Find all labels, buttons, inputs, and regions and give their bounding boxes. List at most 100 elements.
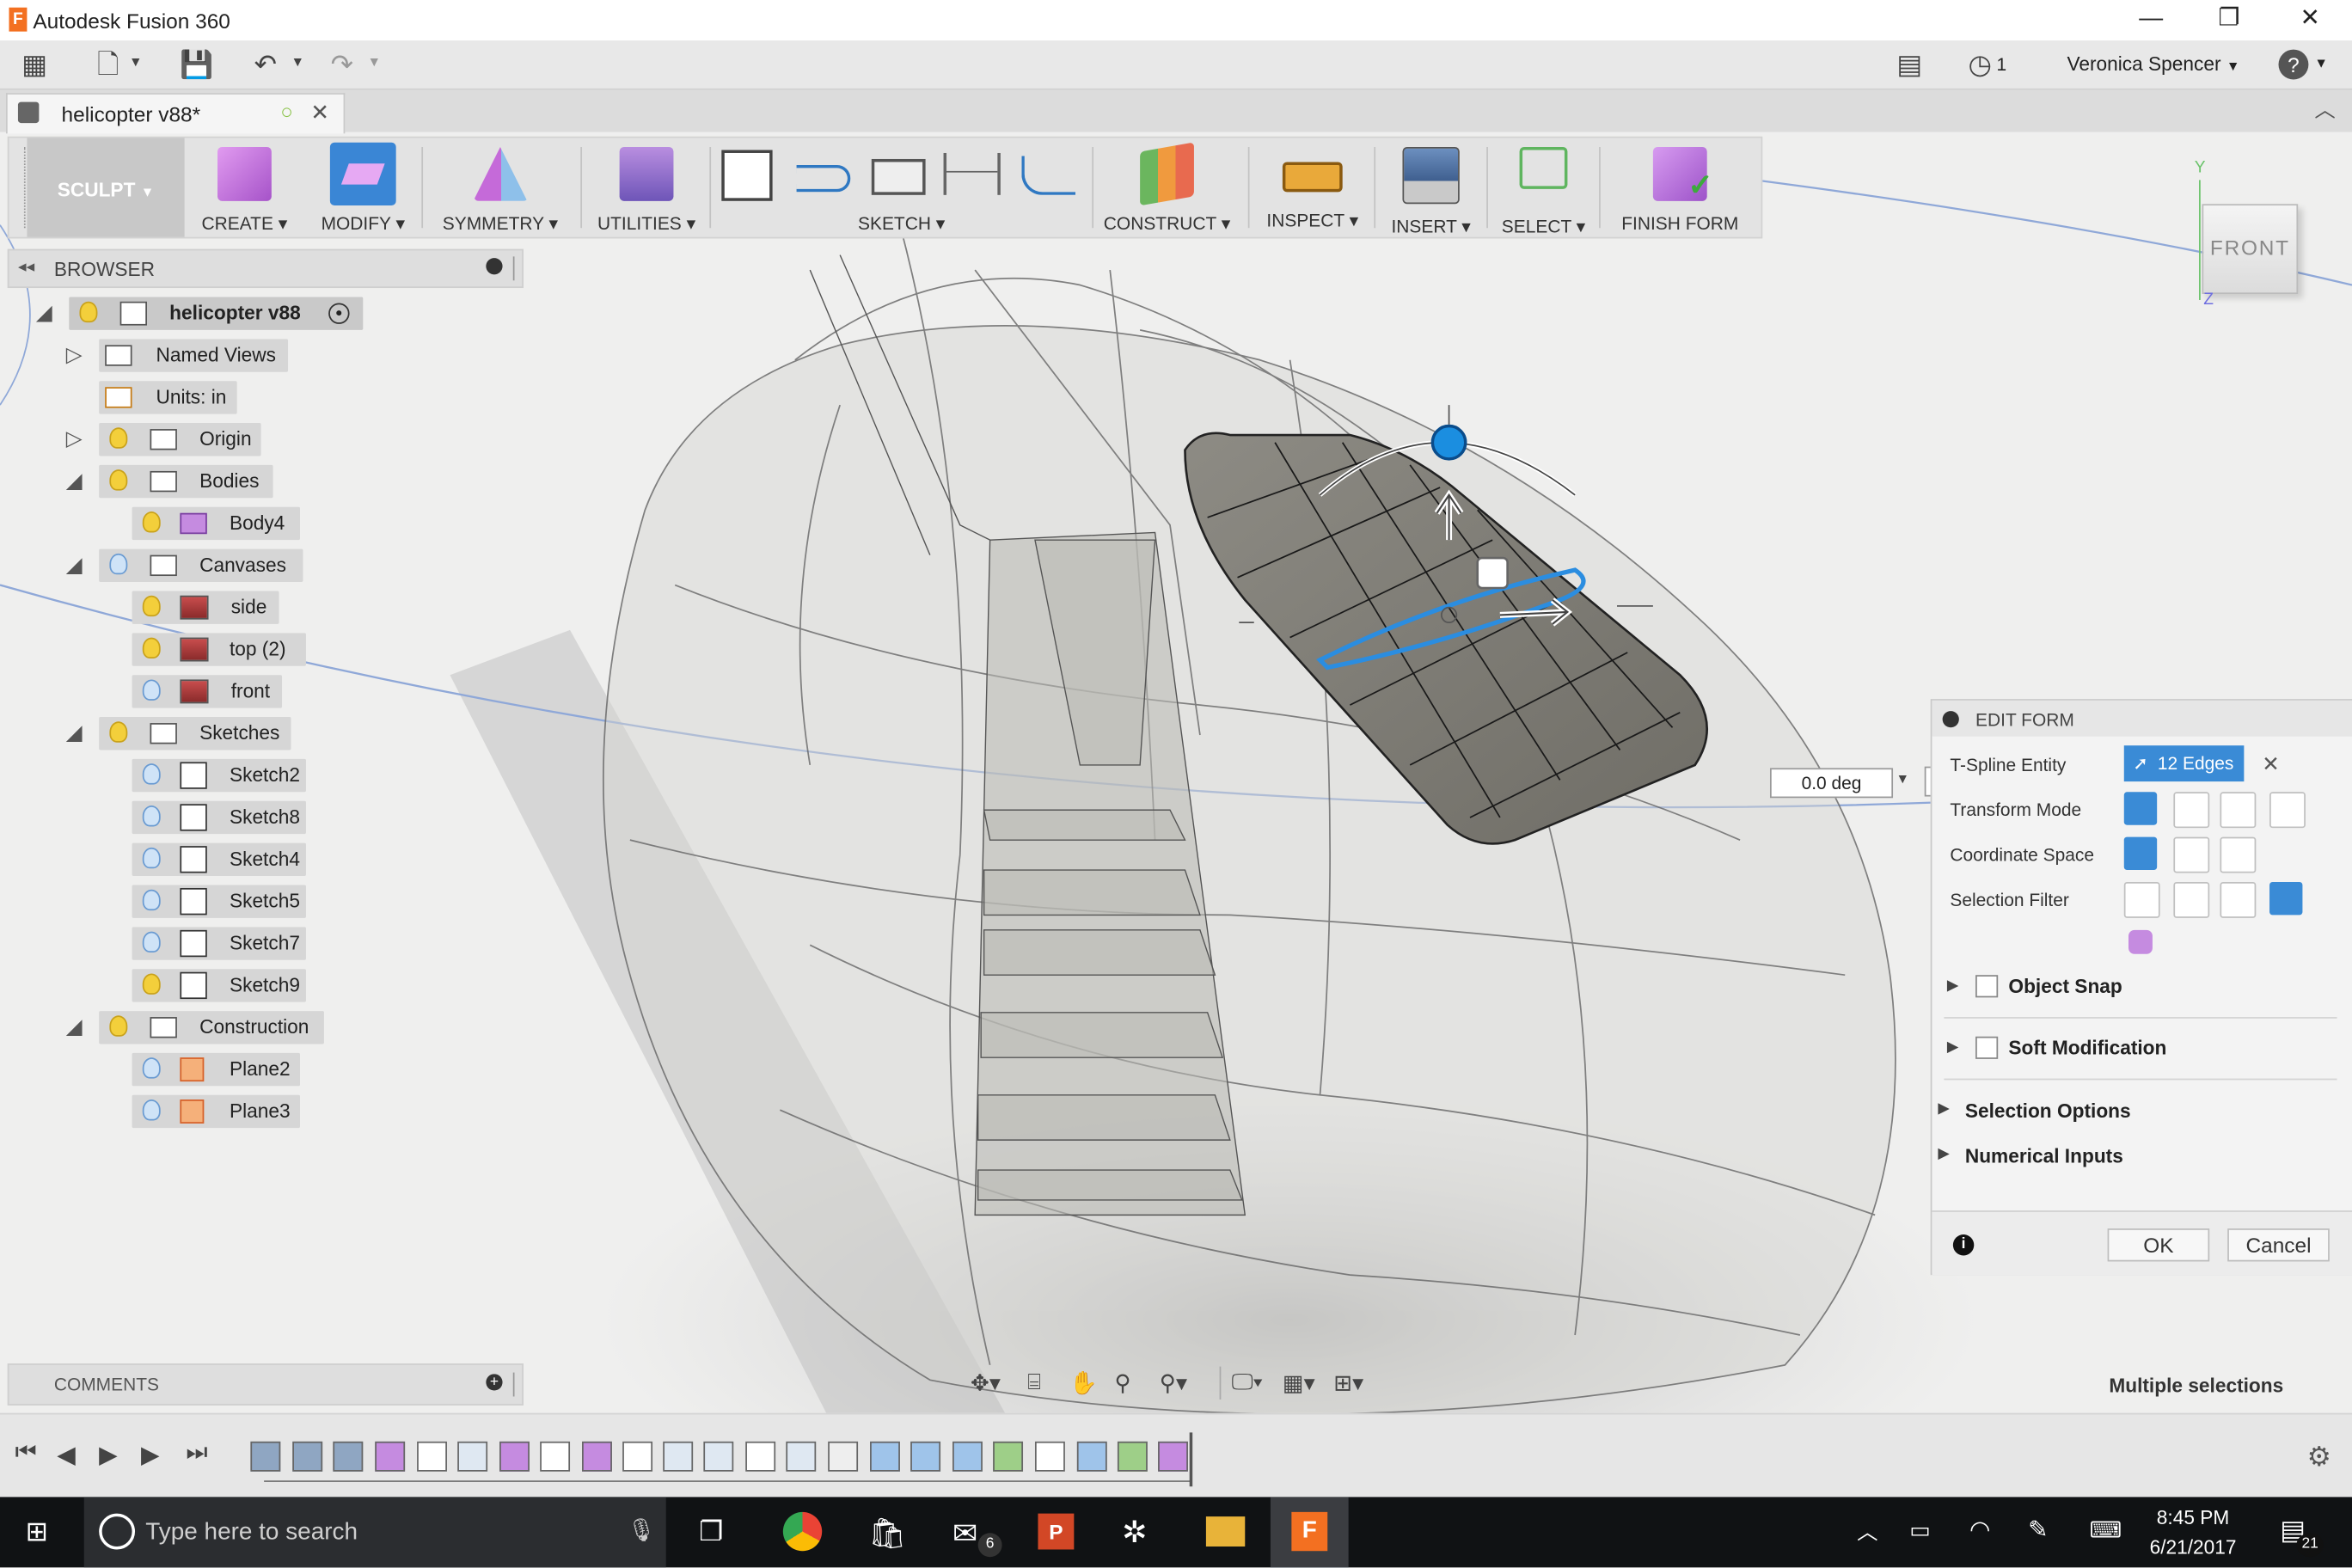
- transform-scale-icon[interactable]: [2269, 792, 2306, 829]
- modify-group[interactable]: MODIFY ▾: [312, 138, 414, 237]
- timeline-plane-feature-icon[interactable]: [786, 1441, 817, 1472]
- job-status-clock-icon[interactable]: ◷: [1962, 48, 1998, 81]
- info-icon[interactable]: i: [1952, 1234, 1975, 1256]
- fit-icon[interactable]: ⚲▾: [1160, 1369, 1187, 1397]
- clear-selection-icon[interactable]: ✕: [2262, 751, 2279, 777]
- create-group[interactable]: CREATE ▾: [195, 138, 294, 237]
- tree-node-sketch4[interactable]: Sketch4: [0, 842, 525, 877]
- visibility-bulb-icon[interactable]: [142, 763, 161, 785]
- help-chevron-icon[interactable]: ▼: [2314, 56, 2328, 70]
- mail-icon[interactable]: ✉: [952, 1515, 977, 1553]
- look-at-icon[interactable]: ⌸: [1027, 1369, 1041, 1395]
- file-menu-icon[interactable]: 🗋: [90, 48, 126, 81]
- tree-node-bodies[interactable]: ◢ Bodies: [0, 464, 525, 499]
- expand-arrow-icon[interactable]: ▶: [1947, 978, 1958, 995]
- timeline-sketch-feature-icon[interactable]: [1034, 1441, 1065, 1472]
- powerpoint-icon[interactable]: P: [1038, 1513, 1075, 1550]
- timeline-sketch-feature-icon[interactable]: [622, 1441, 653, 1472]
- orbit-icon[interactable]: ✥▾: [971, 1369, 1001, 1397]
- tree-node-sketch7[interactable]: Sketch7: [0, 927, 525, 960]
- tree-node-sketches[interactable]: ◢ Sketches: [0, 717, 525, 750]
- browser-panel-header[interactable]: ◂◂ BROWSER: [7, 248, 524, 289]
- visibility-bulb-icon[interactable]: [142, 1099, 161, 1121]
- view-cube[interactable]: Y FRONT Z: [2190, 159, 2311, 309]
- timeline-canvas-feature-icon[interactable]: [333, 1441, 364, 1472]
- sketch-group[interactable]: SKETCH ▾: [714, 138, 1089, 237]
- browser-minimize-icon[interactable]: [486, 258, 503, 275]
- grid-settings-icon[interactable]: ▦▾: [1283, 1369, 1315, 1397]
- view-space-icon[interactable]: [2173, 836, 2210, 873]
- tree-node-construction[interactable]: ◢ Construction: [0, 1011, 525, 1044]
- timeline-canvas-feature-icon[interactable]: [292, 1441, 323, 1472]
- store-icon[interactable]: 🛍: [868, 1515, 906, 1553]
- help-icon[interactable]: ?: [2278, 49, 2309, 80]
- ok-button[interactable]: OK: [2107, 1228, 2210, 1262]
- timeline-construct-feature-icon[interactable]: [993, 1441, 1024, 1472]
- timeline-plane-feature-icon[interactable]: [663, 1441, 694, 1472]
- step-forward-icon[interactable]: ▶: [141, 1440, 159, 1470]
- file-explorer-icon[interactable]: [1205, 1516, 1246, 1547]
- expand-arrow-icon[interactable]: ◢: [36, 300, 52, 326]
- tree-node-plane3[interactable]: Plane3: [0, 1094, 525, 1129]
- visibility-bulb-icon[interactable]: [142, 973, 161, 995]
- utilities-group[interactable]: UTILITIES ▾: [592, 138, 701, 237]
- visibility-bulb-icon[interactable]: [109, 427, 128, 449]
- tree-node-units[interactable]: Units: in: [0, 381, 525, 414]
- chrome-icon[interactable]: [782, 1511, 823, 1552]
- body-filter-icon[interactable]: [2128, 929, 2153, 954]
- visibility-bulb-icon[interactable]: [109, 1015, 128, 1037]
- insert-group[interactable]: INSERT ▾: [1381, 138, 1480, 237]
- visibility-bulb-icon[interactable]: [142, 679, 161, 701]
- all-filter-icon[interactable]: [2269, 882, 2303, 916]
- undo-icon[interactable]: ↶: [248, 48, 284, 81]
- tree-root[interactable]: ◢ helicopter v88 ●: [0, 297, 525, 330]
- windows-start-icon[interactable]: ⊞: [26, 1516, 48, 1548]
- visibility-bulb-icon[interactable]: [142, 1057, 161, 1079]
- timeline-edit-form-feature-icon[interactable]: [910, 1441, 941, 1472]
- expand-arrow-icon[interactable]: ▷: [66, 342, 83, 368]
- viewports-icon[interactable]: ⊞▾: [1333, 1369, 1363, 1397]
- tree-node-sketch8[interactable]: Sketch8: [0, 800, 525, 835]
- clock-date[interactable]: 6/21/2017: [2148, 1536, 2239, 1559]
- comments-panel-header[interactable]: COMMENTS +: [7, 1363, 524, 1406]
- tree-node-sketch5[interactable]: Sketch5: [0, 885, 525, 918]
- expand-arrow-icon[interactable]: ◢: [66, 468, 83, 493]
- zoom-icon[interactable]: ⚲: [1114, 1369, 1130, 1397]
- timeline-settings-gear-icon[interactable]: ⚙: [2307, 1442, 2331, 1473]
- document-tab[interactable]: helicopter v88* ○ ✕: [5, 93, 346, 134]
- expand-arrow-icon[interactable]: ▶: [1938, 1101, 1949, 1118]
- expand-arrow-icon[interactable]: ◢: [66, 720, 83, 746]
- visibility-bulb-icon[interactable]: [142, 931, 161, 953]
- rotation-angle-chevron-icon[interactable]: ▼: [1896, 771, 1910, 786]
- clock-time[interactable]: 8:45 PM: [2148, 1506, 2239, 1528]
- numerical-inputs-section[interactable]: Numerical Inputs: [1965, 1144, 2123, 1167]
- timeline-form-feature-icon[interactable]: [375, 1441, 406, 1472]
- comment-icon[interactable]: ▤: [1891, 48, 1927, 81]
- visibility-bulb-icon[interactable]: [142, 595, 161, 617]
- browser-pin-icon[interactable]: [512, 256, 518, 281]
- construct-group[interactable]: CONSTRUCT ▾: [1098, 138, 1236, 237]
- timeline-canvas-feature-icon[interactable]: [250, 1441, 281, 1472]
- visibility-bulb-icon[interactable]: [142, 889, 161, 911]
- go-to-end-icon[interactable]: ⏭: [186, 1440, 207, 1467]
- timeline-construct-feature-icon[interactable]: [1117, 1441, 1148, 1472]
- user-menu[interactable]: Veronica Spencer ▼: [2067, 52, 2239, 75]
- visibility-bulb-icon[interactable]: [109, 469, 128, 491]
- wifi-icon[interactable]: ◠: [1969, 1515, 1990, 1545]
- edge-filter-icon[interactable]: [2173, 882, 2210, 918]
- rotation-handle[interactable]: [1430, 424, 1467, 461]
- timeline-edit-form-feature-icon[interactable]: [1076, 1441, 1107, 1472]
- timeline-edit-form-feature-icon[interactable]: [870, 1441, 900, 1472]
- timeline-form-feature-icon[interactable]: [499, 1441, 530, 1472]
- step-back-icon[interactable]: ◀: [57, 1440, 75, 1470]
- tspline-selection-button[interactable]: ➚ 12 Edges: [2123, 745, 2245, 782]
- timeline-sketch-feature-icon[interactable]: [540, 1441, 571, 1472]
- taskbar-search-box[interactable]: Type here to search 🎙: [83, 1497, 666, 1568]
- visibility-bulb-icon[interactable]: [79, 301, 98, 323]
- close-tab-icon[interactable]: ✕: [310, 99, 329, 126]
- pan-hand-icon[interactable]: ✋: [1069, 1369, 1098, 1397]
- expand-arrow-icon[interactable]: ▷: [66, 426, 83, 452]
- tree-node-body4[interactable]: Body4: [0, 506, 525, 541]
- timeline-edit-form-feature-icon[interactable]: [952, 1441, 983, 1472]
- inspect-group[interactable]: INSPECT ▾: [1260, 138, 1365, 237]
